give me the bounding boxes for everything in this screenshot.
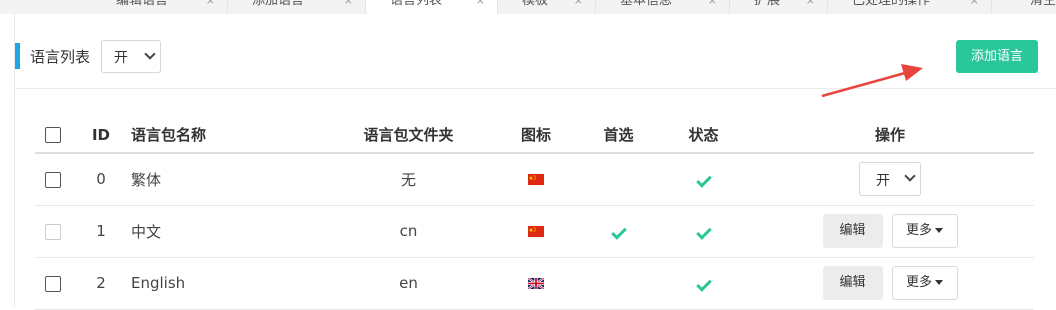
check-icon — [695, 172, 712, 189]
cn-flag-icon — [528, 226, 544, 237]
row-status-select[interactable]: 开 — [859, 162, 921, 197]
chevron-down-icon — [904, 170, 916, 182]
tab-edit-language[interactable]: 编辑语言 × — [92, 0, 228, 14]
tab-basic-info[interactable]: 基本信息 × — [596, 0, 730, 14]
select-all-checkbox[interactable] — [45, 127, 61, 143]
column-header-status: 状态 — [661, 117, 746, 154]
row-id: 2 — [71, 257, 131, 310]
table-row: 0 繁体 无 开 — [35, 153, 1034, 206]
close-icon[interactable]: × — [344, 0, 353, 10]
row-id: 0 — [71, 153, 131, 206]
close-icon[interactable]: × — [574, 0, 583, 10]
more-dropdown-button[interactable]: 更多 — [891, 214, 958, 248]
edit-button[interactable]: 编辑 — [822, 214, 883, 248]
cn-flag-icon — [528, 174, 544, 186]
row-id: 1 — [71, 205, 131, 258]
tab-strip: 编辑语言 × 添加语言 × 语言列表 × 模板 × 基本信息 × 扩展 × 已处理的操作 × … — [0, 0, 1056, 14]
check-icon — [610, 224, 627, 240]
tab-extension[interactable]: 扩展 × — [730, 0, 828, 14]
tab-language-list[interactable]: 语言列表 × — [366, 0, 498, 14]
column-header-name: 语言包名称 — [131, 117, 321, 154]
caret-down-icon — [935, 228, 943, 233]
status-filter-select[interactable]: 开 — [101, 40, 161, 73]
close-icon[interactable]: × — [970, 0, 979, 10]
column-header-actions: 操作 — [746, 117, 1034, 154]
add-language-button[interactable]: 添加语言 — [956, 40, 1038, 73]
row-checkbox[interactable] — [45, 171, 61, 188]
divider — [15, 88, 1056, 89]
page-title: 语言列表 — [30, 48, 91, 66]
close-icon[interactable]: × — [708, 0, 717, 10]
tab-clear[interactable]: 清空 — [1004, 0, 1056, 14]
table-header-row: ID 语言包名称 语言包文件夹 图标 首选 状态 操作 — [35, 117, 1034, 154]
close-icon[interactable]: × — [476, 0, 485, 10]
uk-flag-icon — [528, 278, 544, 289]
table-row: 1 中文 cn 编辑 更多 — [35, 205, 1034, 258]
row-preferred — [576, 257, 661, 310]
tab-add-language[interactable]: 添加语言 × — [228, 0, 366, 14]
row-name: 中文 — [131, 205, 321, 258]
column-header-icon: 图标 — [496, 117, 576, 154]
check-icon — [695, 276, 712, 292]
check-icon — [695, 224, 712, 240]
tab-processed[interactable]: 已处理的操作 × — [828, 0, 992, 14]
row-folder: en — [321, 257, 496, 310]
heading-accent-bar — [15, 43, 20, 69]
row-checkbox[interactable] — [45, 275, 61, 292]
row-checkbox[interactable] — [45, 223, 61, 240]
row-preferred — [576, 153, 661, 206]
close-icon[interactable]: × — [206, 0, 215, 10]
main-panel: 语言列表 开 添加语言 ID 语言包名称 语言包文件夹 图标 首选 状态 操作 … — [14, 14, 1056, 310]
column-header-id: ID — [71, 117, 131, 154]
edit-button[interactable]: 编辑 — [822, 266, 883, 300]
row-folder: 无 — [321, 153, 496, 206]
row-name: English — [131, 257, 321, 310]
chevron-down-icon — [144, 48, 156, 60]
more-dropdown-button[interactable]: 更多 — [891, 266, 958, 300]
row-folder: cn — [321, 205, 496, 258]
language-table: ID 语言包名称 语言包文件夹 图标 首选 状态 操作 0 繁体 无 开 1 中… — [35, 117, 1034, 310]
close-icon[interactable]: × — [806, 0, 815, 10]
table-row: 2 English en 编辑 更多 — [35, 257, 1034, 310]
column-header-folder: 语言包文件夹 — [321, 117, 496, 154]
tab-template[interactable]: 模板 × — [498, 0, 596, 14]
row-name: 繁体 — [131, 153, 321, 206]
column-header-preferred: 首选 — [576, 117, 661, 154]
caret-down-icon — [935, 280, 943, 285]
